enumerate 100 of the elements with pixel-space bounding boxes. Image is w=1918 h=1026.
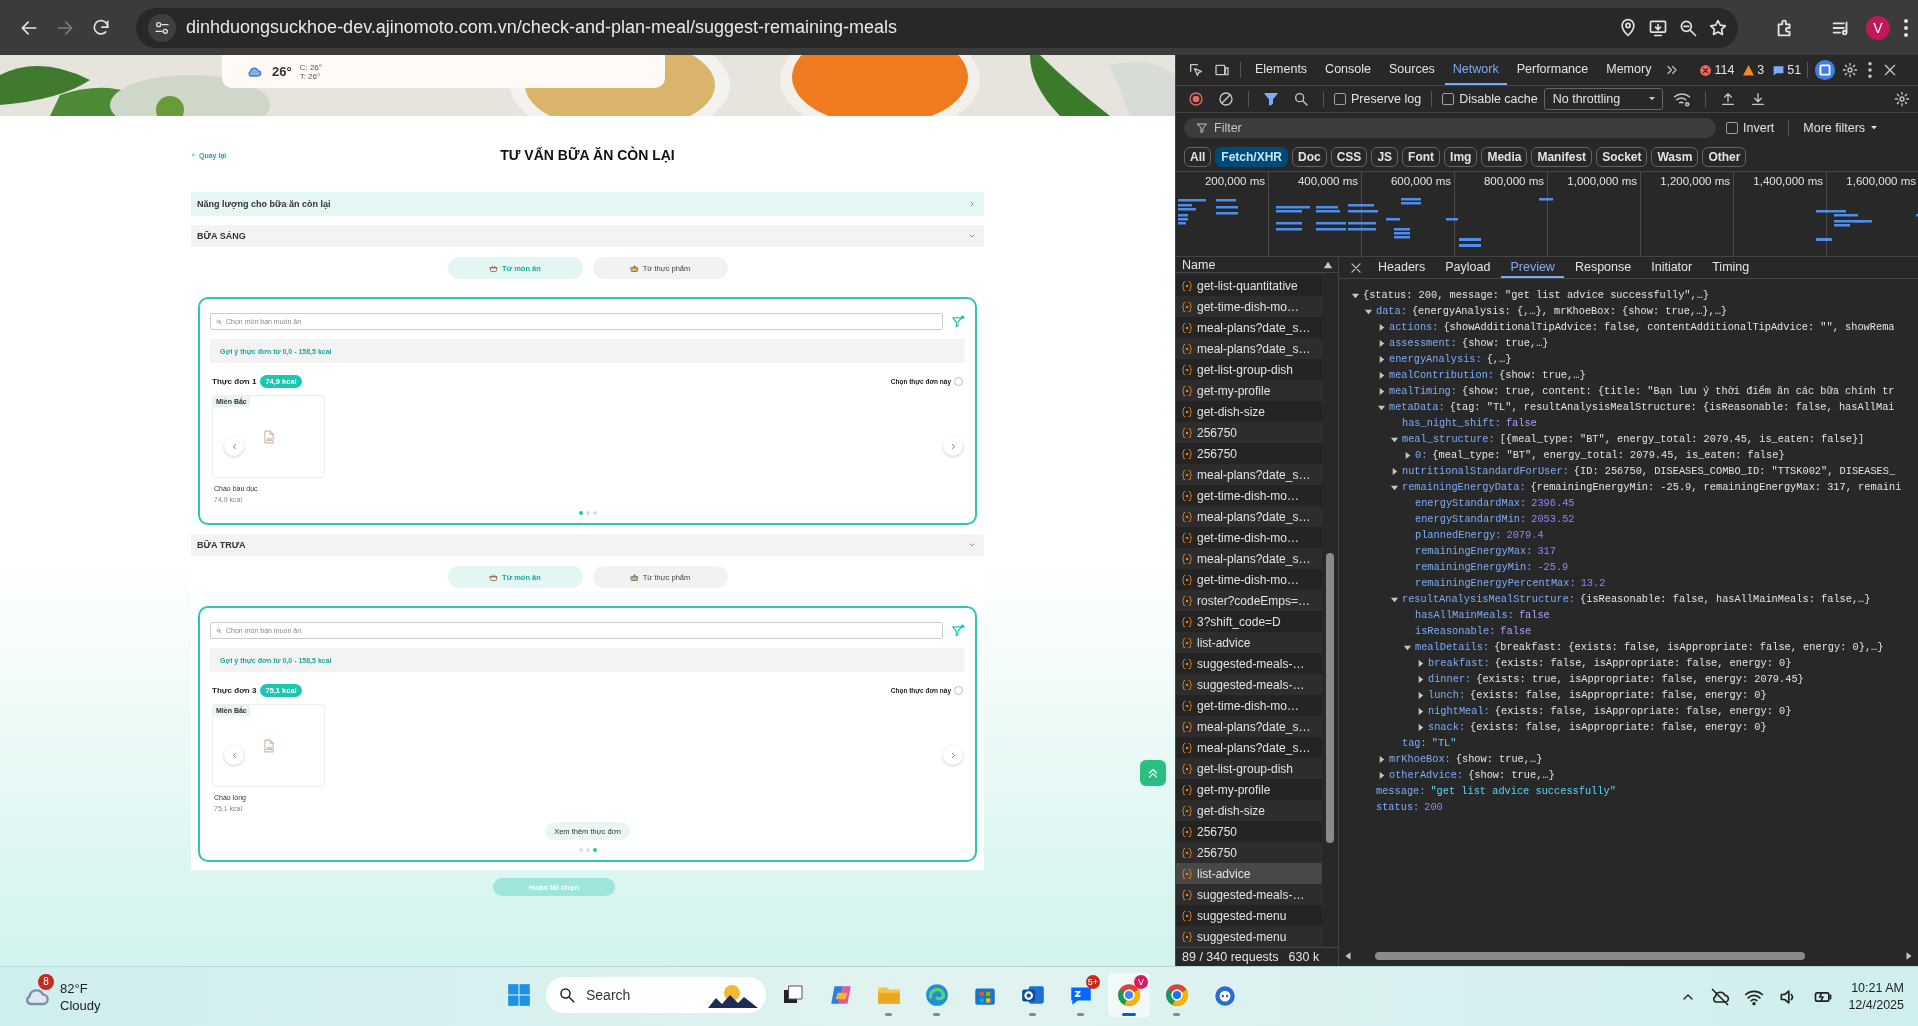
- type-filter-chip[interactable]: Media: [1481, 147, 1528, 167]
- panel-tab[interactable]: Console: [1317, 55, 1379, 85]
- clock[interactable]: 10:21 AM 12/4/2025: [1848, 980, 1904, 1014]
- collapsed-triangle-icon[interactable]: [1416, 722, 1425, 732]
- location-pin-icon: [1618, 17, 1638, 38]
- request-row[interactable]: get-list-group-dish: [1176, 758, 1322, 780]
- request-row[interactable]: get-list-group-dish: [1176, 359, 1322, 381]
- meal-header[interactable]: BỮA TRƯA: [191, 534, 984, 556]
- json-key: plannedEnergy:: [1415, 529, 1502, 541]
- collapsed-triangle-icon[interactable]: [1377, 322, 1386, 332]
- panel-tab[interactable]: Elements: [1247, 55, 1316, 85]
- address-bar[interactable]: dinhduongsuckhoe-dev.ajinomoto.com.vn/check-and-plan-meal/suggest-remaining-meals: [136, 7, 1738, 48]
- request-row[interactable]: get-time-dish-mo…: [1176, 296, 1322, 318]
- radio-button[interactable]: [954, 377, 963, 386]
- request-row[interactable]: list-advice: [1176, 863, 1322, 885]
- throttling-dropdown[interactable]: No throttling: [1543, 88, 1664, 110]
- request-row[interactable]: get-my-profile: [1176, 380, 1322, 402]
- panel-tab[interactable]: Performance: [1508, 55, 1597, 85]
- type-filter-chip[interactable]: All: [1184, 147, 1212, 167]
- taskbar-search-field[interactable]: Search: [546, 977, 766, 1013]
- detail-tab[interactable]: Preview: [1501, 257, 1564, 278]
- meal-header[interactable]: BỮA SÁNG: [191, 225, 984, 247]
- column-header[interactable]: Name: [1182, 257, 1216, 272]
- radio-button[interactable]: [954, 686, 963, 695]
- carousel-dot[interactable]: [592, 848, 597, 852]
- carousel-dot[interactable]: [578, 511, 583, 515]
- collapsed-triangle-icon[interactable]: [1416, 658, 1425, 668]
- more-filters-button[interactable]: More filters: [1803, 121, 1879, 135]
- request-row[interactable]: get-time-dish-mo…: [1176, 695, 1322, 717]
- type-filter-chip[interactable]: Other: [1702, 147, 1747, 167]
- weather-temperature[interactable]: 82°F: [60, 979, 101, 997]
- request-row[interactable]: 256750: [1176, 443, 1322, 465]
- panel-tab[interactable]: Memory: [1598, 55, 1660, 85]
- invert-checkbox[interactable]: Invert: [1726, 121, 1775, 135]
- collapsed-triangle-icon[interactable]: [1377, 370, 1386, 380]
- site-info-icon[interactable]: [148, 13, 176, 42]
- request-row[interactable]: roster?codeEmps=…: [1176, 590, 1322, 612]
- request-row[interactable]: get-list-quantitative: [1176, 275, 1322, 297]
- profile-avatar[interactable]: V: [1866, 15, 1890, 40]
- weather-condition[interactable]: Cloudy: [60, 996, 101, 1014]
- panel-tab[interactable]: Sources: [1381, 55, 1443, 85]
- type-filter-chip[interactable]: Fetch/XHR: [1215, 147, 1289, 167]
- detail-tab[interactable]: Headers: [1369, 257, 1435, 278]
- detail-tab[interactable]: Initiator: [1642, 257, 1702, 278]
- request-row[interactable]: get-time-dish-mo…: [1176, 527, 1322, 549]
- checkbox[interactable]: [1726, 122, 1738, 134]
- collapsed-triangle-icon[interactable]: [1377, 754, 1386, 764]
- panel-tab[interactable]: Network: [1444, 55, 1507, 85]
- request-row[interactable]: meal-plans?date_s…: [1176, 737, 1322, 759]
- collapsed-triangle-icon[interactable]: [1377, 338, 1386, 348]
- collapsed-triangle-icon[interactable]: [1416, 706, 1425, 716]
- detail-tab[interactable]: Payload: [1436, 257, 1500, 278]
- request-row[interactable]: suggested-meals-…: [1176, 884, 1322, 906]
- type-filter-chip[interactable]: Socket: [1596, 147, 1648, 167]
- filter-field[interactable]: Filter: [1184, 118, 1716, 138]
- filter-icon: [951, 623, 965, 638]
- request-row[interactable]: meal-plans?date_s…: [1176, 338, 1322, 360]
- request-row[interactable]: get-time-dish-mo…: [1176, 485, 1322, 507]
- type-filter-chip[interactable]: Manifest: [1531, 147, 1593, 167]
- request-row[interactable]: get-dish-size: [1176, 401, 1322, 423]
- taskbar-app[interactable]: V: [1108, 973, 1150, 1017]
- checkbox[interactable]: [1442, 93, 1455, 105]
- detail-tab[interactable]: Timing: [1703, 257, 1759, 278]
- request-row[interactable]: suggested-menu: [1176, 905, 1322, 927]
- type-filter-chip[interactable]: Doc: [1292, 147, 1327, 167]
- type-filter-chip[interactable]: JS: [1371, 147, 1399, 167]
- request-row[interactable]: suggested-meals-…: [1176, 674, 1322, 696]
- request-row[interactable]: get-time-dish-mo…: [1176, 569, 1322, 591]
- collapsed-triangle-icon[interactable]: [1403, 450, 1412, 460]
- energy-section-header[interactable]: Năng lượng cho bữa ăn còn lại: [191, 192, 984, 216]
- type-filter-chip[interactable]: Wasm: [1651, 147, 1699, 167]
- type-filter-chip[interactable]: Img: [1444, 147, 1478, 167]
- request-row[interactable]: meal-plans?date_s…: [1176, 548, 1322, 570]
- collapsed-triangle-icon[interactable]: [1416, 674, 1425, 684]
- request-row[interactable]: 3?shift_code=D: [1176, 611, 1322, 633]
- detail-tab[interactable]: Response: [1565, 257, 1641, 278]
- request-row[interactable]: suggested-meals-…: [1176, 653, 1322, 675]
- request-row[interactable]: 256750: [1176, 422, 1322, 444]
- json-key: snack:: [1428, 721, 1466, 733]
- request-row[interactable]: meal-plans?date_s…: [1176, 464, 1322, 486]
- type-filter-chip[interactable]: Font: [1402, 147, 1441, 167]
- taskbar-app[interactable]: 5+: [1060, 973, 1102, 1017]
- request-row[interactable]: 256750: [1176, 821, 1322, 843]
- request-row[interactable]: list-advice: [1176, 632, 1322, 654]
- collapsed-triangle-icon[interactable]: [1377, 386, 1386, 396]
- collapsed-triangle-icon[interactable]: [1390, 466, 1399, 476]
- collapsed-triangle-icon[interactable]: [1377, 770, 1386, 780]
- request-row[interactable]: get-my-profile: [1176, 779, 1322, 801]
- type-filter-chip[interactable]: CSS: [1330, 147, 1368, 167]
- request-row[interactable]: 256750: [1176, 842, 1322, 864]
- request-row[interactable]: meal-plans?date_s…: [1176, 716, 1322, 738]
- collapsed-triangle-icon[interactable]: [1377, 354, 1386, 364]
- request-row[interactable]: suggested-menu: [1176, 926, 1322, 948]
- preserve-log-checkbox[interactable]: Preserve log: [1334, 92, 1422, 106]
- request-row[interactable]: meal-plans?date_s…: [1176, 317, 1322, 339]
- request-row[interactable]: meal-plans?date_s…: [1176, 506, 1322, 528]
- collapsed-triangle-icon[interactable]: [1416, 690, 1425, 700]
- checkbox[interactable]: [1334, 93, 1346, 105]
- disable-cache-checkbox[interactable]: Disable cache: [1442, 92, 1538, 106]
- request-row[interactable]: get-dish-size: [1176, 800, 1322, 822]
